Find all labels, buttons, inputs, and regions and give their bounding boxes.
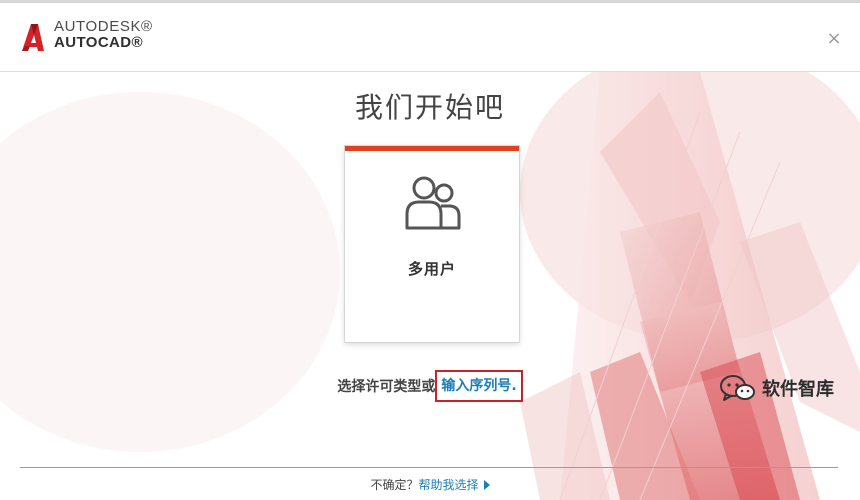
brand-autodesk: AUTODESK® [54,18,153,35]
header-bar: AUTODESK® AUTOCAD® × [0,3,860,72]
autocad-a-logo-icon [22,24,44,51]
watermark: 软件智库 [718,370,834,406]
main-content: 我们开始吧 多用户 选择许可类型或 输入序列号. 不确定？帮助我选择 [0,72,860,500]
multi-user-icon [405,176,461,230]
help-me-choose-link[interactable]: 帮助我选择 [419,478,479,492]
card-accent-bar [345,146,519,151]
wechat-icon [720,375,755,401]
footer-question: 不确定？ [370,478,419,492]
brand-autocad: AUTOCAD® [54,34,143,51]
play-triangle-icon[interactable] [483,480,490,490]
license-prompt-text: 选择许可类型或 [337,379,436,395]
page-title: 我们开始吧 [354,91,505,124]
enter-serial-number-link[interactable]: 输入序列号. [435,370,523,402]
card-label: 多用户 [407,260,456,278]
autocad-license-window: AUTODESK® AUTOCAD® × 我们开始吧 多用户 选择许可类型或 输… [0,0,860,500]
footer-divider [20,467,838,468]
watermark-text: 软件智库 [762,379,834,400]
brand-wordmark: AUTODESK® AUTOCAD® [54,19,153,51]
multi-user-license-card[interactable]: 多用户 [345,146,519,342]
footer: 不确定？帮助我选择 [0,476,860,493]
close-icon[interactable]: × [824,29,844,49]
